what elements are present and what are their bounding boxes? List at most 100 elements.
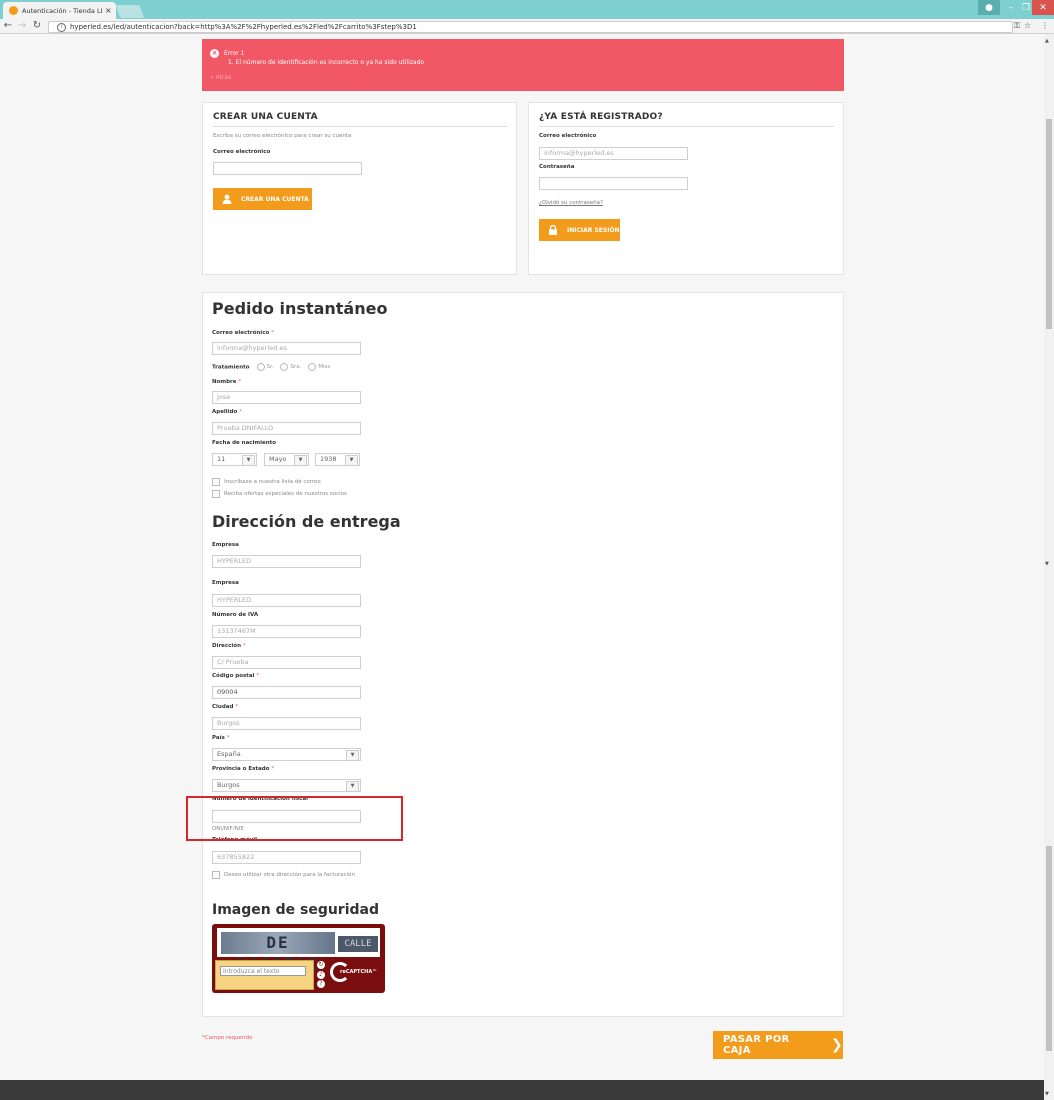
scroll-down-icon[interactable]: ▼ [1045,561,1049,567]
captcha-audio-icon[interactable]: ♪ [317,970,325,979]
checkbox-icon [212,478,220,486]
login-button[interactable]: INICIAR SESIÓN [539,219,620,241]
captcha-help-icon[interactable]: ? [317,980,325,988]
company-input-2[interactable]: HYPERLED [212,594,361,607]
company-label-1: Empresa [212,542,239,548]
key-icon[interactable]: ⚿ [1014,21,1020,31]
address-label: Dirección * [212,643,246,649]
order-email-label: Correo electrónico * [212,330,274,336]
page-scrollbar[interactable]: ▲ ▼ ▼ [1044,34,1054,1100]
birth-day-select[interactable]: 11 ▼ [212,453,257,466]
lock-icon [549,225,557,235]
create-account-panel: CREAR UNA CUENTA Escriba su correo elect… [202,102,517,275]
page-footer [0,1080,1044,1100]
user-icon [222,194,232,204]
browser-titlebar: Autenticación - Tienda LE × ● – ❐ ✕ [0,0,1054,19]
scroll-thumb-top[interactable] [1046,119,1052,329]
divider [539,126,834,127]
alt-invoice-checkbox[interactable]: Deseo utilizar otra dirección para la fa… [212,871,355,879]
create-email-input[interactable] [213,162,362,175]
reload-icon[interactable]: ↻ [31,20,43,31]
phone-input[interactable]: 637855822 [212,851,361,864]
city-input[interactable]: Burgos [212,717,361,730]
url-field[interactable]: i hyperled.es/led/autenticacion?back=htt… [48,21,1013,33]
bookmark-star-icon[interactable]: ☆ [1024,21,1031,30]
chevron-down-icon: ▼ [345,455,358,466]
captcha-word-2: CALLE [338,936,378,952]
captcha-input[interactable]: Introduzca el texto [220,966,306,976]
offers-checkbox[interactable]: Reciba ofertas especiales de nuestros so… [212,490,347,498]
captcha-widget: DE NACOZAK CALLE Introduzca el texto ↻ ♪… [212,924,385,993]
surname-label: Apellido * [212,409,242,415]
country-select[interactable]: España ▼ [212,748,361,761]
recaptcha-logo-text: reCAPTCHA™ [340,969,378,975]
scroll-down-bottom-icon[interactable]: ▼ [1045,1091,1049,1097]
login-button-label: INICIAR SESIÓN [567,226,620,234]
create-account-button[interactable]: CREAR UNA CUENTA [213,188,312,210]
chevron-down-icon: ▼ [294,455,307,466]
error-title: Error 1 [224,50,245,57]
vat-input[interactable]: 13137467M [212,625,361,638]
radio-sr[interactable] [256,363,265,371]
recaptcha-logo: reCAPTCHA™ [330,962,380,987]
zip-input[interactable]: 09004 [212,686,361,699]
create-email-label: Correo electrónico [213,149,271,155]
order-email-input[interactable]: informa@hyperled.es [212,342,361,355]
state-label: Provincia o Estado * [212,766,275,772]
login-password-input[interactable] [539,177,688,190]
checkbox-icon [212,871,220,879]
checkout-button-label: PASAR POR CAJA [723,1034,790,1056]
forgot-password-link[interactable]: ¿Olvidó su contraseña? [539,200,603,206]
create-account-heading: CREAR UNA CUENTA [213,112,318,122]
page-content: × Error 1 1. El número de identificación… [0,34,1044,1100]
name-input[interactable]: Jose [212,391,361,404]
captcha-input-area: Introduzca el texto [215,960,314,990]
radio-sra[interactable] [280,363,289,371]
captcha-heading: Imagen de seguridad [212,902,380,918]
chevron-down-icon: ▼ [346,781,359,792]
browser-tab[interactable]: Autenticación - Tienda LE × [3,2,116,19]
site-info-icon[interactable]: i [57,22,66,32]
back-arrow-icon[interactable]: ← [2,20,14,31]
company-input-1[interactable]: HYPERLED [212,555,361,568]
country-label: País * [212,735,230,741]
scroll-thumb-bottom[interactable] [1046,846,1052,1051]
company-label-2: Empresa [212,580,239,586]
required-note: *Campo requerido [202,1035,253,1041]
newsletter-checkbox[interactable]: Inscríbase a nuestra lista de correo [212,478,321,486]
login-email-label: Correo electrónico [539,133,597,139]
chevron-right-icon: ❯ [830,1037,843,1053]
close-window-icon[interactable]: ✕ [1032,0,1054,15]
surname-input[interactable]: Prueba DNIFALLO [212,422,361,435]
name-label: Nombre * [212,379,242,385]
birthdate-label: Fecha de nacimiento [212,440,277,446]
profile-icon[interactable]: ● [978,0,1000,15]
error-message: 1. El número de identificación es incorr… [228,59,425,66]
city-label: Ciudad * [212,704,239,710]
state-select[interactable]: Burgos ▼ [212,779,361,792]
scroll-up-icon[interactable]: ▲ [1045,38,1049,44]
chevron-down-icon: ▼ [242,455,255,466]
birth-year-select[interactable]: 1938 ▼ [315,453,360,466]
tab-title: Autenticación - Tienda LE [22,6,102,15]
captcha-word-1: DE NACOZAK [221,932,335,974]
birth-month-select[interactable]: Mayo ▼ [264,453,309,466]
new-tab-button[interactable] [115,5,145,18]
captcha-refresh-icon[interactable]: ↻ [317,961,325,969]
radio-miss[interactable] [308,363,317,371]
chevron-down-icon: ▼ [346,750,359,761]
forward-arrow-icon[interactable]: → [16,20,28,31]
captcha-controls: ↻ ♪ ? [316,961,326,988]
error-back-link[interactable]: « Atrás [210,74,231,81]
menu-dots-icon[interactable]: ⋮ [1041,21,1049,30]
error-alert: × Error 1 1. El número de identificación… [202,39,844,91]
checkout-button[interactable]: PASAR POR CAJA ❯ [713,1031,843,1059]
checkbox-icon [212,490,220,498]
tab-close-icon[interactable]: × [105,6,112,15]
delivery-heading: Dirección de entrega [212,512,401,531]
address-input[interactable]: C/ Prueba [212,656,361,669]
address-bar: ← → ↻ i hyperled.es/led/autenticacion?ba… [0,19,1054,34]
title-field: Tratamiento Sr. Sra. Miss [212,363,331,371]
login-panel: ¿YA ESTÁ REGISTRADO? Correo electrónico … [528,102,844,275]
login-email-input[interactable]: informa@hyperled.es [539,147,688,160]
